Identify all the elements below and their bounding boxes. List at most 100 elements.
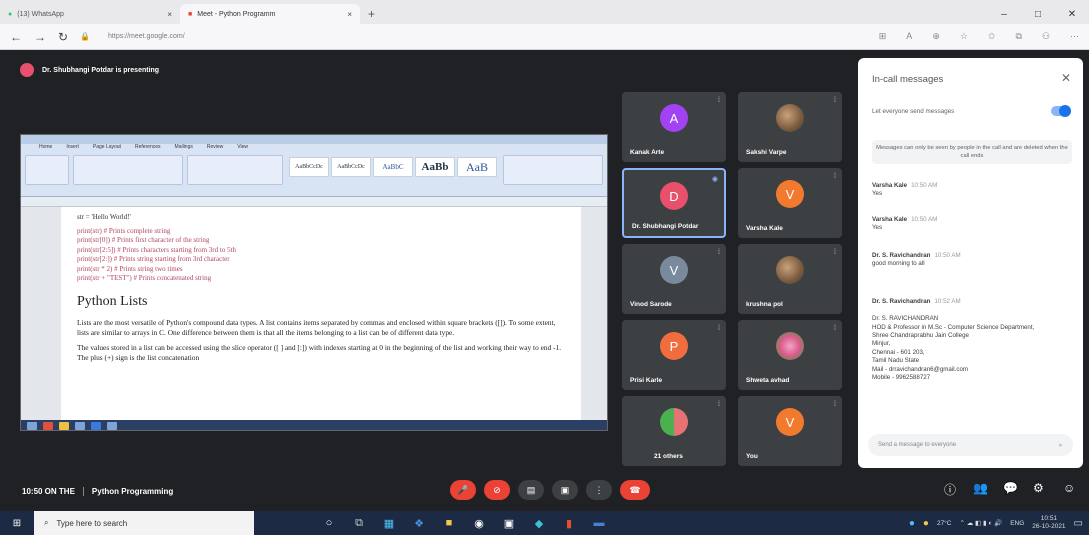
weather-temp[interactable]: 27°C (937, 520, 952, 527)
edge-icon[interactable]: ◆ (524, 517, 554, 530)
profile-icon[interactable]: ⚇ (1042, 31, 1050, 42)
style-title: AaB (457, 157, 497, 177)
participant-tile[interactable]: ⁞ krushna pol (738, 244, 842, 314)
participant-name: Prisi Karle (630, 377, 663, 384)
section-heading: Python Lists (77, 293, 148, 309)
meeting-info: 10:50 ON THE Python Programming (22, 487, 173, 497)
app-icon (107, 422, 117, 430)
tab-meet[interactable]: ■ Meet - Python Programm × (180, 4, 360, 24)
ribbon-tab: Home (39, 144, 53, 150)
task-view-icon[interactable]: ⧉ (344, 517, 374, 530)
host-controls-icon[interactable]: ☺ (1063, 481, 1075, 495)
app-icon (27, 422, 37, 430)
office-icon[interactable]: ▮ (554, 517, 584, 530)
clock-date: 26-10-2021 (1032, 523, 1066, 530)
extension-icon[interactable]: ⊞ (879, 31, 887, 42)
participant-avatar: V (776, 180, 804, 208)
network-icon[interactable]: ● (909, 518, 915, 529)
present-button[interactable]: ▣ (552, 480, 578, 500)
microphone-button[interactable]: 🎤 (450, 480, 476, 500)
chat-title: In-call messages (872, 74, 944, 85)
participant-tile[interactable]: V ⁞ Varsha Kale (738, 168, 842, 238)
search-icon: ⌕ (44, 518, 49, 527)
message-text: good morning to all (872, 260, 925, 268)
app-icon (43, 422, 53, 430)
muted-mic-icon: ⁞ (834, 401, 836, 408)
message-time: 10:50 AM (911, 182, 938, 189)
message-time: 10:50 AM (911, 216, 938, 223)
maximize-button[interactable]: □ (1021, 9, 1055, 20)
code-line: print(str * 2) # Prints string two times (77, 264, 183, 273)
favorite-icon[interactable]: ☆ (960, 31, 968, 42)
zoom-icon[interactable]: ⊕ (932, 31, 940, 42)
participant-name: 21 others (654, 453, 683, 460)
dropbox-icon[interactable]: ❖ (404, 517, 434, 530)
code-line: print(str[2:5]) # Prints characters star… (77, 245, 237, 254)
ribbon-tab: View (237, 144, 249, 150)
ribbon-tab: Review (206, 144, 224, 150)
windows-start-icon[interactable]: ⊞ (0, 518, 34, 529)
url-field[interactable]: https://meet.google.com/ (102, 33, 867, 40)
clock[interactable]: 10:51 26-10-2021 (1032, 515, 1065, 531)
new-tab-button[interactable]: + (360, 4, 383, 24)
participant-avatar (776, 256, 804, 284)
tray-icons[interactable]: ⌃ ☁ ◧ ▮ ◐ 🔊 (959, 519, 1002, 527)
participant-tile[interactable]: P ⁞ Prisi Karle (622, 320, 726, 390)
people-icon[interactable]: 👥 (973, 481, 988, 495)
participant-tile[interactable]: A ⁞ Kanak Arte (622, 92, 726, 162)
captions-button[interactable]: ▤ (518, 480, 544, 500)
store-icon[interactable]: ▦ (374, 517, 404, 530)
language-indicator[interactable]: ENG (1010, 520, 1024, 527)
chat-icon[interactable]: 💬 (1003, 481, 1018, 495)
tab-whatsapp[interactable]: ● (13) WhatsApp × (0, 4, 180, 24)
read-aloud-icon[interactable]: A (906, 31, 912, 42)
chat-message: Dr. S. Ravichandran 10:52 AM Dr. S. RAVIC… (872, 290, 1072, 382)
activities-icon[interactable]: ⚙ (1033, 481, 1044, 495)
document-area: str = 'Hello World!' print(str) # Prints… (21, 207, 607, 421)
muted-mic-icon: ⁞ (834, 173, 836, 180)
minimize-button[interactable]: – (987, 9, 1021, 20)
back-button[interactable]: ← (10, 30, 22, 44)
word-icon[interactable]: ▬ (584, 517, 614, 529)
close-tab-icon[interactable]: × (347, 10, 352, 19)
muted-mic-icon: ⁞ (718, 325, 720, 332)
chrome-icon[interactable]: ◉ (464, 517, 494, 530)
file-explorer-icon[interactable]: ■ (434, 517, 464, 529)
collections-icon[interactable]: ⧉ (1015, 31, 1021, 42)
word-ribbon: Home Insert Page Layout References Maili… (21, 135, 607, 197)
speaking-icon: ◉ (711, 176, 718, 183)
participant-name: Dr. Shubhangi Potdar (632, 223, 699, 230)
info-icon[interactable]: ⓘ (944, 481, 956, 498)
cortana-icon[interactable]: ○ (314, 517, 344, 529)
camera-button[interactable]: ⊘ (484, 480, 510, 500)
taskbar-search[interactable]: ⌕ Type here to search (34, 511, 254, 535)
reload-button[interactable]: ↻ (58, 30, 68, 44)
send-messages-toggle[interactable] (1051, 105, 1071, 117)
more-options-button[interactable]: ⋮ (586, 480, 612, 500)
favorites-icon[interactable]: ✩ (988, 31, 996, 42)
participant-name: Shweta avhad (746, 377, 790, 384)
participant-tile[interactable]: V ⁞ Vinod Sarode (622, 244, 726, 314)
close-icon[interactable]: ✕ (1061, 71, 1071, 85)
close-window-button[interactable]: ✕ (1055, 9, 1089, 20)
send-icon[interactable]: ➤ (1058, 442, 1063, 449)
ribbon-tabs: Home Insert Page Layout References Maili… (39, 144, 248, 152)
more-icon[interactable]: ⋯ (1070, 31, 1079, 42)
close-tab-icon[interactable]: × (167, 10, 172, 19)
participant-tile[interactable]: ⁞ 21 others (622, 396, 726, 466)
notifications-icon[interactable]: ▭ (1074, 518, 1083, 529)
style-nospacing: AaBbCcDc (331, 157, 371, 177)
message-text: Yes (872, 190, 883, 198)
meeting-time: 10:50 ON THE (22, 487, 75, 496)
style-normal: AaBbCcDc (289, 157, 329, 177)
participant-tile[interactable]: D ◉ Dr. Shubhangi Potdar (622, 168, 726, 238)
participant-tile[interactable]: ⁞ Shweta avhad (738, 320, 842, 390)
chat-input[interactable]: Send a message to everyone ➤ (868, 434, 1073, 456)
participant-tile[interactable]: ⁞ Sakshi Varpe (738, 92, 842, 162)
participant-tile[interactable]: V ⁞ You (738, 396, 842, 466)
forward-button[interactable]: → (34, 30, 46, 44)
folder-icon[interactable]: ▣ (494, 517, 524, 530)
style-heading1: AaBbC (373, 157, 413, 177)
leave-call-button[interactable]: ☎ (620, 480, 650, 500)
participant-avatar (776, 104, 804, 132)
